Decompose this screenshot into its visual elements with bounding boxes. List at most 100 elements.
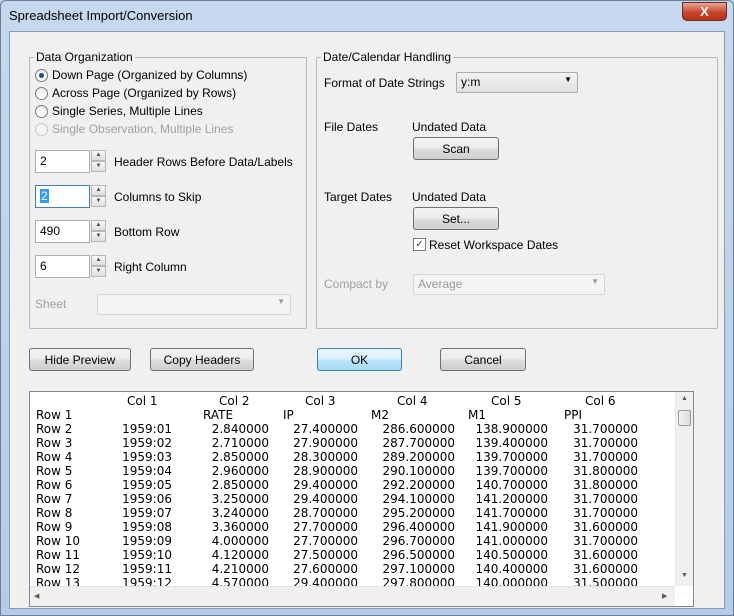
bottom-row-input[interactable]: 490	[35, 220, 90, 243]
spin-up-icon[interactable]: ▲	[91, 255, 106, 266]
row-label: Row 10	[36, 534, 81, 548]
row-label: Row 3	[36, 436, 73, 450]
table-cell: 139.400000	[475, 436, 548, 450]
table-cell: 28.300000	[293, 450, 358, 464]
close-icon: X	[700, 4, 709, 19]
spin-down-icon[interactable]: ▼	[91, 161, 106, 172]
format-select[interactable]: y:m ▼	[456, 72, 578, 93]
scroll-up-icon[interactable]: ▲	[681, 395, 688, 402]
table-row: Row 10 1959:09 4.000000 27.700000 296.700000…	[30, 534, 675, 548]
scroll-down-icon[interactable]: ▼	[681, 572, 688, 579]
columns-skip-input[interactable]: 2	[35, 185, 90, 208]
table-cell: 3.250000	[211, 492, 269, 506]
right-column-input[interactable]: 6	[35, 255, 90, 278]
columns-skip-spinner[interactable]: ▲ ▼	[91, 185, 106, 207]
row-label: Row 12	[36, 562, 81, 576]
dialog-body: Data Organization Down Page (Organized b…	[9, 31, 725, 609]
scroll-left-icon[interactable]: ◀	[34, 592, 39, 600]
table-cell: 1959:04	[122, 464, 172, 478]
table-cell: 27.700000	[293, 534, 358, 548]
row-label: Row 11	[36, 548, 81, 562]
format-value: y:m	[461, 75, 481, 89]
hide-preview-label: Hide Preview	[44, 352, 116, 367]
table-cell: 295.200000	[382, 506, 455, 520]
row-label: Row 2	[36, 422, 73, 436]
table-cell: 141.900000	[475, 520, 548, 534]
table-cell: 289.200000	[382, 450, 455, 464]
spin-down-icon[interactable]: ▼	[91, 231, 106, 242]
compact-select: Average ▼	[413, 274, 605, 295]
table-cell: 3.360000	[211, 520, 269, 534]
bottom-row-spinner[interactable]: ▲ ▼	[91, 220, 106, 242]
reset-dates-label[interactable]: Reset Workspace Dates	[429, 238, 558, 252]
spin-down-icon[interactable]: ▼	[91, 266, 106, 277]
data-organization-legend: Data Organization	[34, 50, 135, 64]
radio-down-page-label[interactable]: Down Page (Organized by Columns)	[52, 68, 247, 82]
table-cell: 287.700000	[382, 436, 455, 450]
column-header: Col 2	[219, 394, 250, 408]
radio-single-series-label[interactable]: Single Series, Multiple Lines	[52, 104, 203, 118]
table-cell: 31.700000	[573, 534, 638, 548]
table-row: Row 2 1959:01 2.840000 27.400000 286.600000 1…	[30, 422, 675, 436]
row-label: Row 4	[36, 450, 73, 464]
cancel-button[interactable]: Cancel	[440, 348, 526, 371]
table-cell: 1959:08	[122, 520, 172, 534]
radio-single-series[interactable]	[35, 105, 48, 118]
preview-header-row: Col 1 Col 2 Col 3 Col 4 Col 5 Col 6	[30, 394, 675, 408]
table-cell: 141.000000	[475, 534, 548, 548]
preview-grid[interactable]: Col 1 Col 2 Col 3 Col 4 Col 5 Col 6 Row 1 RATE I…	[29, 391, 694, 607]
close-button[interactable]: X	[682, 2, 727, 21]
column-header: Col 1	[127, 394, 158, 408]
table-cell: RATE	[203, 408, 234, 422]
table-cell: 28.900000	[293, 464, 358, 478]
spin-up-icon[interactable]: ▲	[91, 220, 106, 231]
table-row: Row 11 1959:10 4.120000 27.500000 296.500000…	[30, 548, 675, 562]
radio-across-page[interactable]	[35, 87, 48, 100]
set-dates-button-label: Set...	[441, 211, 470, 226]
spin-up-icon[interactable]: ▲	[91, 150, 106, 161]
header-rows-spinner[interactable]: ▲ ▼	[91, 150, 106, 172]
table-row: Row 13 1959:12 4.570000 29.400000 297.800000…	[30, 576, 675, 586]
table-cell: 296.500000	[382, 548, 455, 562]
table-cell: 292.200000	[382, 478, 455, 492]
row-label: Row 9	[36, 520, 73, 534]
table-cell: 1959:10	[122, 548, 172, 562]
vertical-scrollbar[interactable]: ▲ ▼	[675, 392, 693, 586]
radio-down-page[interactable]	[35, 69, 48, 82]
set-dates-button[interactable]: Set...	[413, 207, 499, 230]
table-cell: 1959:11	[122, 562, 172, 576]
table-row: Row 5 1959:04 2.960000 28.900000 290.100000 1…	[30, 464, 675, 478]
header-rows-label: Header Rows Before Data/Labels	[114, 155, 293, 169]
table-cell: 3.240000	[211, 506, 269, 520]
row-label: Row 5	[36, 464, 73, 478]
dialog-window: Spreadsheet Import/Conversion X Data Org…	[0, 0, 734, 616]
table-cell: 27.500000	[293, 548, 358, 562]
copy-headers-button[interactable]: Copy Headers	[150, 348, 254, 371]
ok-button[interactable]: OK	[317, 348, 402, 371]
right-column-spinner[interactable]: ▲ ▼	[91, 255, 106, 277]
scroll-right-icon[interactable]: ▶	[662, 592, 667, 600]
table-cell: 297.100000	[382, 562, 455, 576]
spin-up-icon[interactable]: ▲	[91, 185, 106, 196]
header-rows-input[interactable]: 2	[35, 150, 90, 173]
format-label: Format of Date Strings	[324, 76, 445, 90]
table-cell: 31.700000	[573, 492, 638, 506]
horizontal-scrollbar[interactable]: ◀ ▶	[30, 586, 675, 606]
reset-dates-checkbox[interactable]: ✓	[413, 238, 426, 251]
table-cell: 27.900000	[293, 436, 358, 450]
column-header: Col 5	[491, 394, 522, 408]
table-cell: 2.710000	[211, 436, 269, 450]
spin-down-icon[interactable]: ▼	[91, 196, 106, 207]
scan-button[interactable]: Scan	[413, 137, 499, 160]
target-dates-value: Undated Data	[412, 190, 487, 204]
hide-preview-button[interactable]: Hide Preview	[29, 348, 131, 371]
table-cell: 1959:02	[122, 436, 172, 450]
radio-across-page-label[interactable]: Across Page (Organized by Rows)	[52, 86, 236, 100]
table-row: Row 1 RATE IP M2 M1 PPI	[30, 408, 675, 422]
table-cell: M1	[468, 408, 486, 422]
table-cell: IP	[283, 408, 294, 422]
vertical-scroll-thumb[interactable]	[678, 410, 691, 426]
table-cell: 31.700000	[573, 422, 638, 436]
table-cell: 31.600000	[573, 548, 638, 562]
table-cell: 1959:03	[122, 450, 172, 464]
